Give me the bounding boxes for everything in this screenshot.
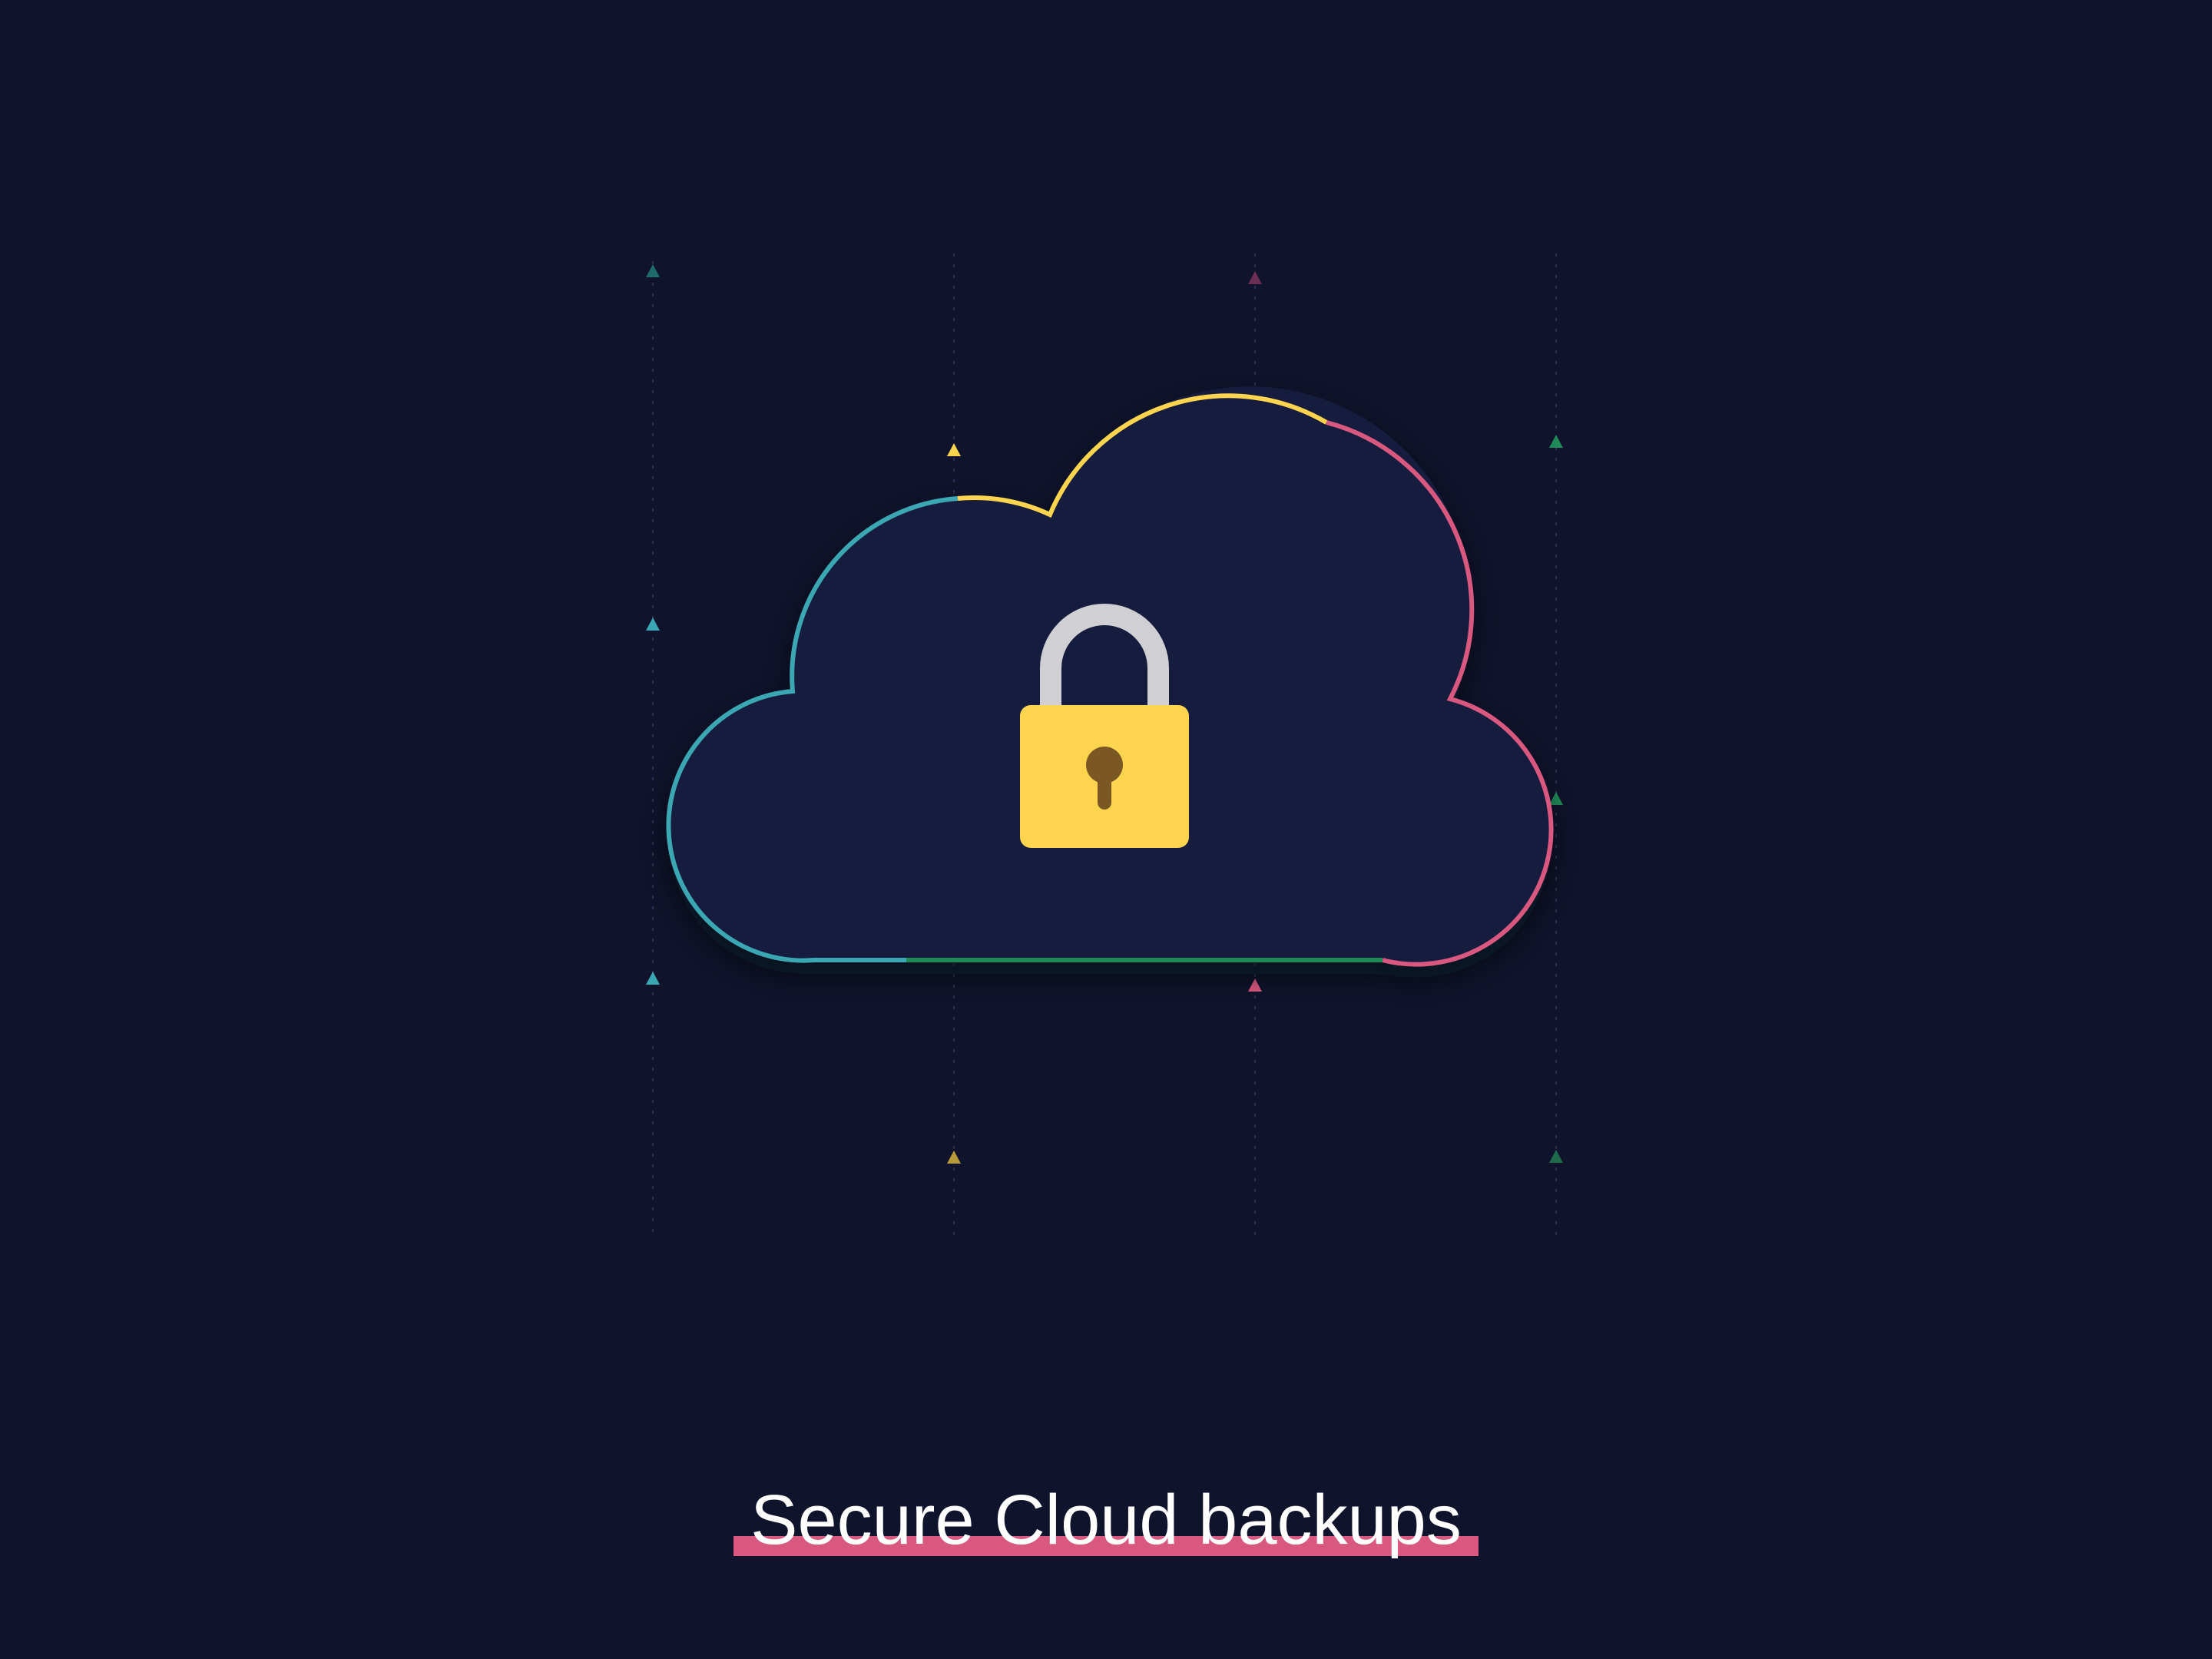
arrow-up-icon xyxy=(1549,435,1563,448)
arrow-up-icon xyxy=(646,264,660,277)
arrow-up-icon xyxy=(1248,271,1262,284)
arrow-up-icon xyxy=(1549,792,1563,805)
cloud-shape xyxy=(668,386,1551,965)
cloud-icon xyxy=(666,386,1554,967)
arrow-up-icon xyxy=(947,443,961,456)
arrow-up-icon xyxy=(646,972,660,985)
caption-highlight: Secure Cloud backups xyxy=(733,1475,1479,1565)
keyhole-slot xyxy=(1098,768,1111,810)
arrow-up-icon xyxy=(1248,979,1262,992)
page-title: Secure Cloud backups xyxy=(750,1481,1462,1559)
caption: Secure Cloud backups xyxy=(0,1475,2212,1565)
arrow-up-icon xyxy=(947,1151,961,1164)
illustration xyxy=(646,253,1563,1237)
arrow-up-icon xyxy=(646,618,660,631)
arrow-up-icon xyxy=(1549,1150,1563,1163)
